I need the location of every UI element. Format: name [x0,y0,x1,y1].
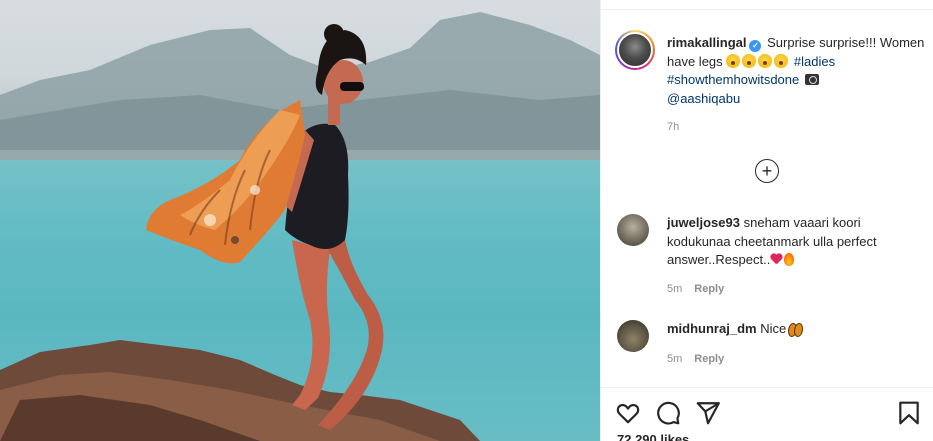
caption-text-1: Surprise surprise!!! [767,35,877,50]
hashtag-ladies-link[interactable]: #ladies [794,54,835,69]
comment-body: juweljose93 sneham vaaari koori kodukuna… [667,214,925,270]
fire-emoji-icon [784,253,795,266]
camera-emoji-icon [804,74,819,85]
commenter-avatar[interactable] [617,214,649,246]
astonished-emoji-icon [758,53,773,68]
verified-badge-icon: ✓ [749,40,762,52]
likes-count[interactable]: 72,290 likes [617,432,689,441]
post-details-panel: rimakallingal ✓ Surprise surprise!!! Wome… [600,0,933,441]
load-more-comments-button[interactable]: + [755,159,779,183]
comment-time[interactable]: 5m [667,353,682,365]
butterfly-emoji-icon [788,323,804,337]
comment-bubble-icon[interactable] [655,400,681,426]
plus-circle-icon: + [761,161,773,181]
caption-text: rimakallingal ✓ Surprise surprise!!! Wome… [667,34,929,108]
mention-link[interactable]: @aashiqabu [667,91,740,106]
panel-top-divider [601,0,933,10]
hashtag-showthemhowitsdone-link[interactable]: #showthemhowitsdone [667,72,799,87]
astonished-emoji-icon [774,53,789,68]
caption-username[interactable]: rimakallingal [667,35,746,50]
astonished-emoji-icon [726,53,741,68]
comment-time[interactable]: 5m [667,283,682,295]
astonished-emoji-icon [742,53,757,68]
heart-outline-icon[interactable] [615,400,641,426]
post-photo-illustration [0,12,600,441]
reply-button[interactable]: Reply [694,353,724,365]
paper-plane-icon[interactable] [695,400,721,426]
bookmark-icon[interactable] [896,400,922,426]
heart-emoji-icon [770,254,782,265]
post-timestamp[interactable]: 7h [667,121,679,133]
comment-text: Nice [760,321,787,336]
commenter-avatar[interactable] [617,320,649,352]
post-photo [0,0,600,441]
comment-meta: 5m Reply [667,353,724,365]
comment-username[interactable]: midhunraj_dm [667,321,757,336]
comment-meta: 5m Reply [667,283,724,295]
comment-username[interactable]: juweljose93 [667,215,740,230]
comment-body: midhunraj_dm Nice [667,320,925,339]
reply-button[interactable]: Reply [694,283,724,295]
author-avatar[interactable] [615,30,655,70]
